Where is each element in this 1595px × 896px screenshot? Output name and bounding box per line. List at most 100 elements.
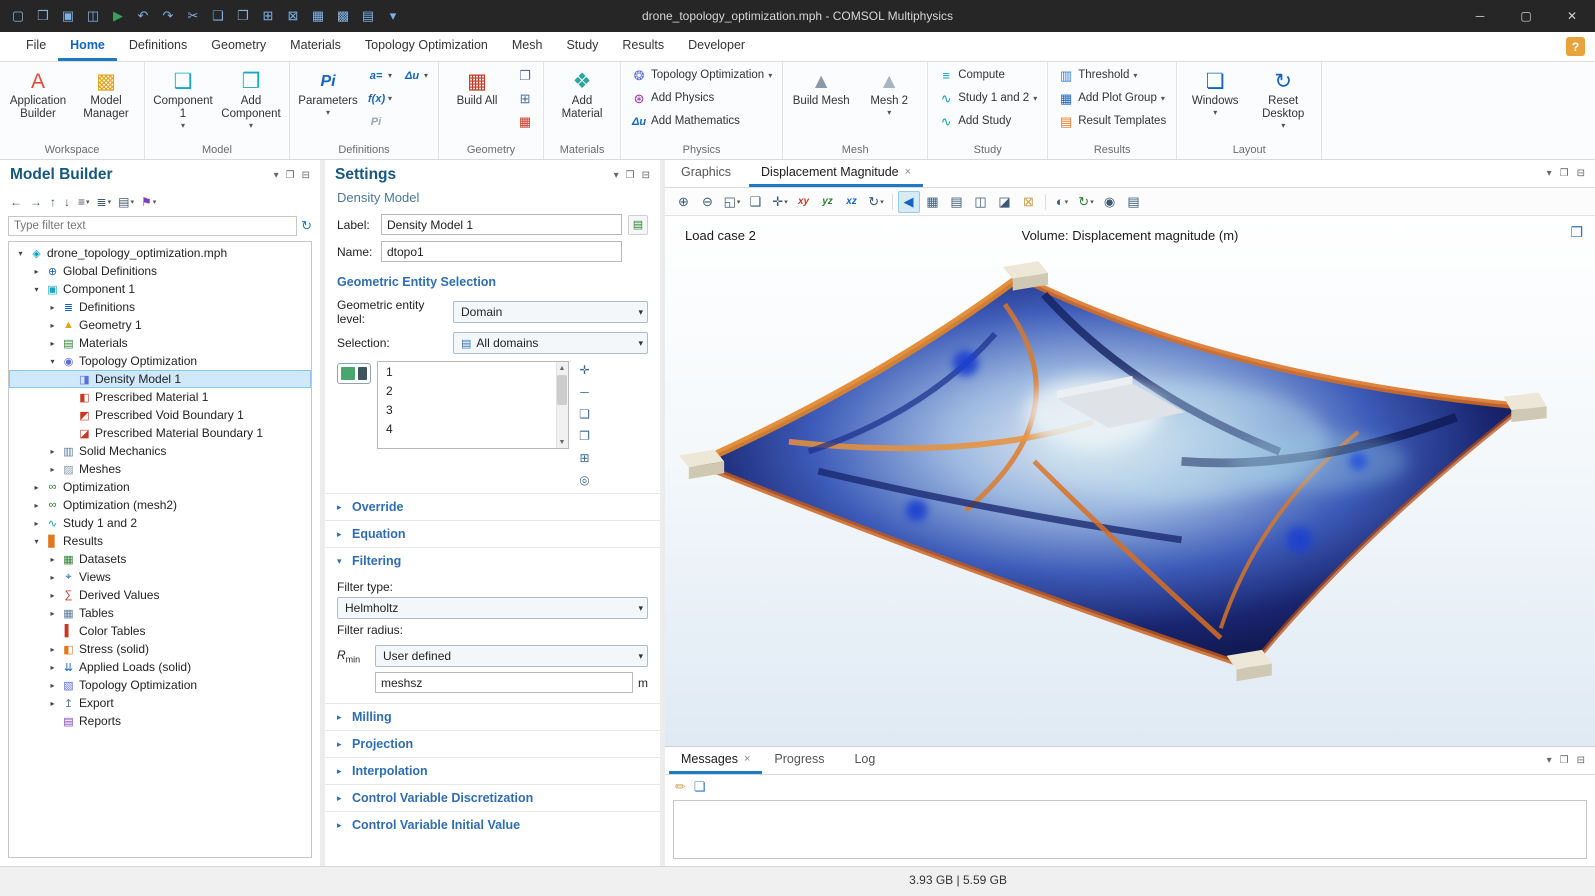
tree-item-materials[interactable]: ▸ ▤ Materials bbox=[9, 334, 311, 352]
node-order-button[interactable]: ▤▾ bbox=[116, 194, 136, 210]
graphics-canvas[interactable]: Load case 2 Volume: Displacement magnitu… bbox=[665, 216, 1595, 746]
tree-item-solid-mechanics[interactable]: ▸ ▥ Solid Mechanics bbox=[9, 442, 311, 460]
float-panel-icon[interactable]: ❐ bbox=[286, 170, 295, 181]
panel-menu-icon[interactable]: ▾ bbox=[274, 170, 279, 181]
zoom-box-button[interactable]: ❑ bbox=[745, 191, 767, 213]
expander-icon[interactable]: ▸ bbox=[47, 573, 58, 582]
menu-definitions[interactable]: Definitions bbox=[117, 32, 199, 61]
zoom-extents-button[interactable]: ◱▾ bbox=[721, 191, 743, 213]
name-input[interactable] bbox=[381, 241, 622, 262]
menu-developer[interactable]: Developer bbox=[676, 32, 757, 61]
geometry-defeature-button[interactable]: ▦ bbox=[512, 110, 538, 133]
parameters-button[interactable]: PiParameters▾ bbox=[295, 64, 361, 119]
toolbar-separator[interactable] bbox=[1045, 194, 1046, 210]
minimize-button[interactable]: ─ bbox=[1457, 0, 1503, 32]
pin-panel-icon[interactable]: ⊟ bbox=[1577, 755, 1585, 766]
rmin-mode-select[interactable]: User defined ▾ bbox=[375, 645, 648, 667]
quick-access-menu-icon[interactable]: ▾ bbox=[381, 4, 405, 28]
table-icon[interactable]: ▦ bbox=[306, 4, 330, 28]
tab-displacement-magnitude[interactable]: Displacement Magnitude × bbox=[749, 160, 923, 187]
tree-item-export[interactable]: ▸ ↥ Export bbox=[9, 694, 311, 712]
build-mesh-button[interactable]: ▲Build Mesh bbox=[788, 64, 854, 110]
scrollbar-thumb[interactable] bbox=[557, 375, 567, 405]
component-1-button[interactable]: ❑Component 1▾ bbox=[150, 64, 216, 132]
tree-item-stress-solid[interactable]: ▸ ◧ Stress (solid) bbox=[9, 640, 311, 658]
move-down-button[interactable]: ↓ bbox=[62, 194, 73, 210]
undo-icon[interactable]: ↶ bbox=[131, 4, 155, 28]
selection-select[interactable]: ▤ All domains ▾ bbox=[453, 332, 648, 354]
pin-panel-icon[interactable]: ⊟ bbox=[642, 170, 650, 181]
compute-button[interactable]: ≡Compute bbox=[933, 64, 1042, 87]
redo-icon[interactable]: ↷ bbox=[156, 4, 180, 28]
float-panel-icon[interactable]: ❐ bbox=[1560, 168, 1569, 179]
add-material-button[interactable]: ❖Add Material bbox=[549, 64, 615, 123]
tree-item-results[interactable]: ▾ ▊ Results bbox=[9, 532, 311, 550]
pin-panel-icon[interactable]: ⊟ bbox=[1577, 168, 1585, 179]
pin-panel-icon[interactable]: ⊟ bbox=[302, 170, 310, 181]
add-component-button[interactable]: ❒Add Component▾ bbox=[218, 64, 284, 132]
section-equation[interactable]: ▸ Equation bbox=[325, 520, 660, 547]
duplicate-icon[interactable]: ⊞ bbox=[256, 4, 280, 28]
tree-item-views[interactable]: ▸ ⌖ Views bbox=[9, 568, 311, 586]
physics-interface-select[interactable]: ❂Topology Optimization▾ bbox=[626, 64, 777, 87]
variables-button[interactable]: a=▾ bbox=[363, 64, 397, 87]
maximize-button[interactable]: ▢ bbox=[1503, 0, 1549, 32]
section-control-variable-initial-value[interactable]: ▸ Control Variable Initial Value bbox=[325, 811, 660, 838]
rotate-view-button[interactable]: ↻▾ bbox=[865, 191, 887, 213]
snapshot-button[interactable]: ◉ bbox=[1099, 191, 1121, 213]
threshold-button[interactable]: ▥Threshold▾ bbox=[1053, 64, 1171, 87]
tree-item-optimization-mesh2[interactable]: ▸ ∞ Optimization (mesh2) bbox=[9, 496, 311, 514]
plot-settings-icon[interactable]: ❒ bbox=[1570, 224, 1583, 241]
material-rendering-button[interactable]: ▤ bbox=[946, 191, 968, 213]
rmin-value-input[interactable] bbox=[375, 672, 633, 693]
selection-domain-1[interactable]: 1 bbox=[378, 362, 568, 381]
save-icon[interactable]: ▣ bbox=[56, 4, 80, 28]
build-all-button[interactable]: ▦Build All bbox=[444, 64, 510, 110]
expander-icon[interactable]: ▸ bbox=[31, 483, 42, 492]
section-interpolation[interactable]: ▸ Interpolation bbox=[325, 757, 660, 784]
expander-icon[interactable]: ▸ bbox=[47, 447, 58, 456]
tree-item-topology-optimization-results[interactable]: ▸ ▧ Topology Optimization bbox=[9, 676, 311, 694]
tree-item-prescribed-material-1[interactable]: ◧ Prescribed Material 1 bbox=[9, 388, 311, 406]
create-selection-button[interactable]: ⊞ bbox=[575, 449, 594, 467]
add-study-button[interactable]: ∿Add Study bbox=[933, 110, 1042, 133]
windows-button[interactable]: ❏Windows▾ bbox=[1182, 64, 1248, 119]
update-plot-button[interactable]: ↻▾ bbox=[1075, 191, 1097, 213]
help-button[interactable]: ? bbox=[1566, 37, 1585, 56]
tree-item-color-tables[interactable]: ▌ Color Tables bbox=[9, 622, 311, 640]
expander-icon[interactable]: ▸ bbox=[47, 555, 58, 564]
tree-item-definitions[interactable]: ▸ ≣ Definitions bbox=[9, 298, 311, 316]
open-file-icon[interactable]: ❒ bbox=[31, 4, 55, 28]
menu-mesh[interactable]: Mesh bbox=[500, 32, 555, 61]
new-file-icon[interactable]: ▢ bbox=[6, 4, 30, 28]
add-physics-button[interactable]: ⊛Add Physics bbox=[626, 87, 777, 110]
view-xz-button[interactable]: xz bbox=[841, 191, 863, 213]
close-tab-icon[interactable]: × bbox=[744, 753, 750, 765]
lock-axis-button[interactable]: ⊠ bbox=[1018, 191, 1040, 213]
study-1-and-2-button[interactable]: ∿Study 1 and 2▾ bbox=[933, 87, 1042, 110]
geometry-insert-button[interactable]: ⊞ bbox=[512, 87, 538, 110]
tree-item-global-definitions[interactable]: ▸ ⊕ Global Definitions bbox=[9, 262, 311, 280]
expander-icon[interactable]: ▾ bbox=[31, 537, 42, 546]
model-filter-button[interactable]: ⚑▾ bbox=[139, 194, 158, 210]
expander-icon[interactable]: ▸ bbox=[47, 591, 58, 600]
label-input[interactable] bbox=[381, 214, 622, 235]
menu-geometry[interactable]: Geometry bbox=[199, 32, 278, 61]
delete-icon[interactable]: ⊠ bbox=[281, 4, 305, 28]
expander-icon[interactable]: ▸ bbox=[47, 663, 58, 672]
reset-desktop-button[interactable]: ↻Reset Desktop▾ bbox=[1250, 64, 1316, 132]
move-up-button[interactable]: ↑ bbox=[48, 194, 59, 210]
expander-icon[interactable]: ▸ bbox=[31, 519, 42, 528]
report-icon[interactable]: ▤ bbox=[356, 4, 380, 28]
zoom-to-selection-button[interactable]: ◎ bbox=[575, 471, 594, 489]
menu-results[interactable]: Results bbox=[610, 32, 676, 61]
menu-file[interactable]: File bbox=[14, 32, 58, 61]
result-templates-button[interactable]: ▤Result Templates bbox=[1053, 110, 1171, 133]
environment-reflections-button[interactable]: ◐▾ bbox=[1051, 191, 1073, 213]
application-builder-button[interactable]: AApplication Builder bbox=[5, 64, 71, 123]
tree-filter-input[interactable] bbox=[8, 216, 297, 236]
active-selection-toggle[interactable] bbox=[337, 363, 371, 384]
clipping-button[interactable]: ◪ bbox=[994, 191, 1016, 213]
add-mathematics-button[interactable]: ΔuAdd Mathematics bbox=[626, 110, 777, 133]
panel-menu-icon[interactable]: ▾ bbox=[1547, 168, 1552, 179]
